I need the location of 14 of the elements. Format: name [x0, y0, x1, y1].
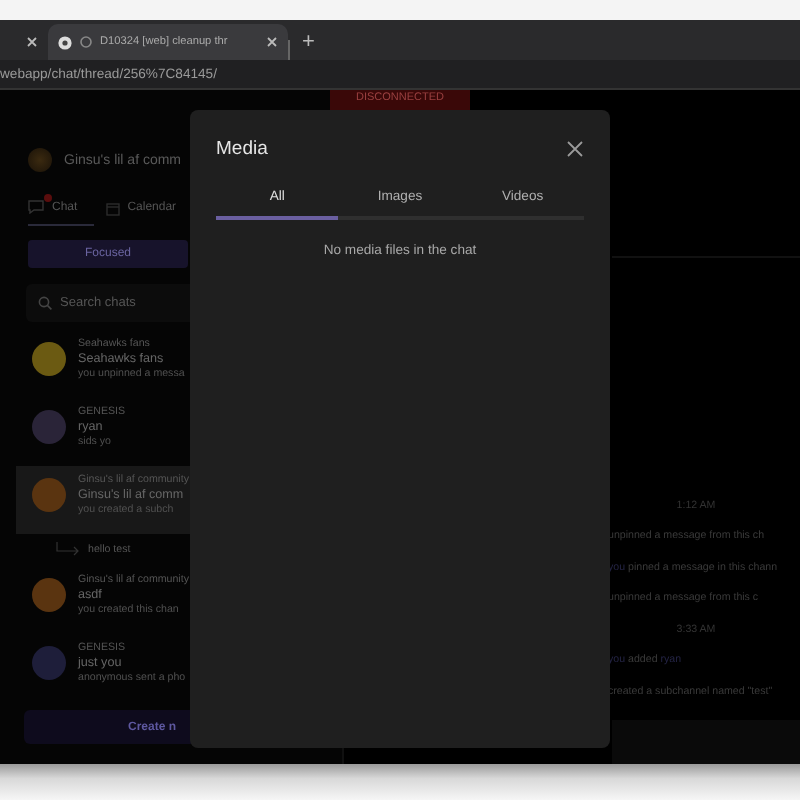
calendar-icon [105, 201, 120, 215]
branch-arrow-icon [56, 542, 80, 558]
close-icon [266, 36, 278, 48]
favicon-icon [58, 35, 72, 49]
close-icon [566, 140, 584, 158]
close-button[interactable] [566, 140, 584, 158]
notification-dot [44, 194, 52, 202]
new-tab-button[interactable]: + [302, 30, 315, 54]
tab-divider [288, 40, 290, 60]
close-icon [26, 36, 38, 48]
dialog-title: Media [216, 138, 268, 160]
group-avatar [28, 148, 52, 172]
search-icon [38, 296, 52, 310]
chat-bubble-icon [28, 200, 44, 214]
